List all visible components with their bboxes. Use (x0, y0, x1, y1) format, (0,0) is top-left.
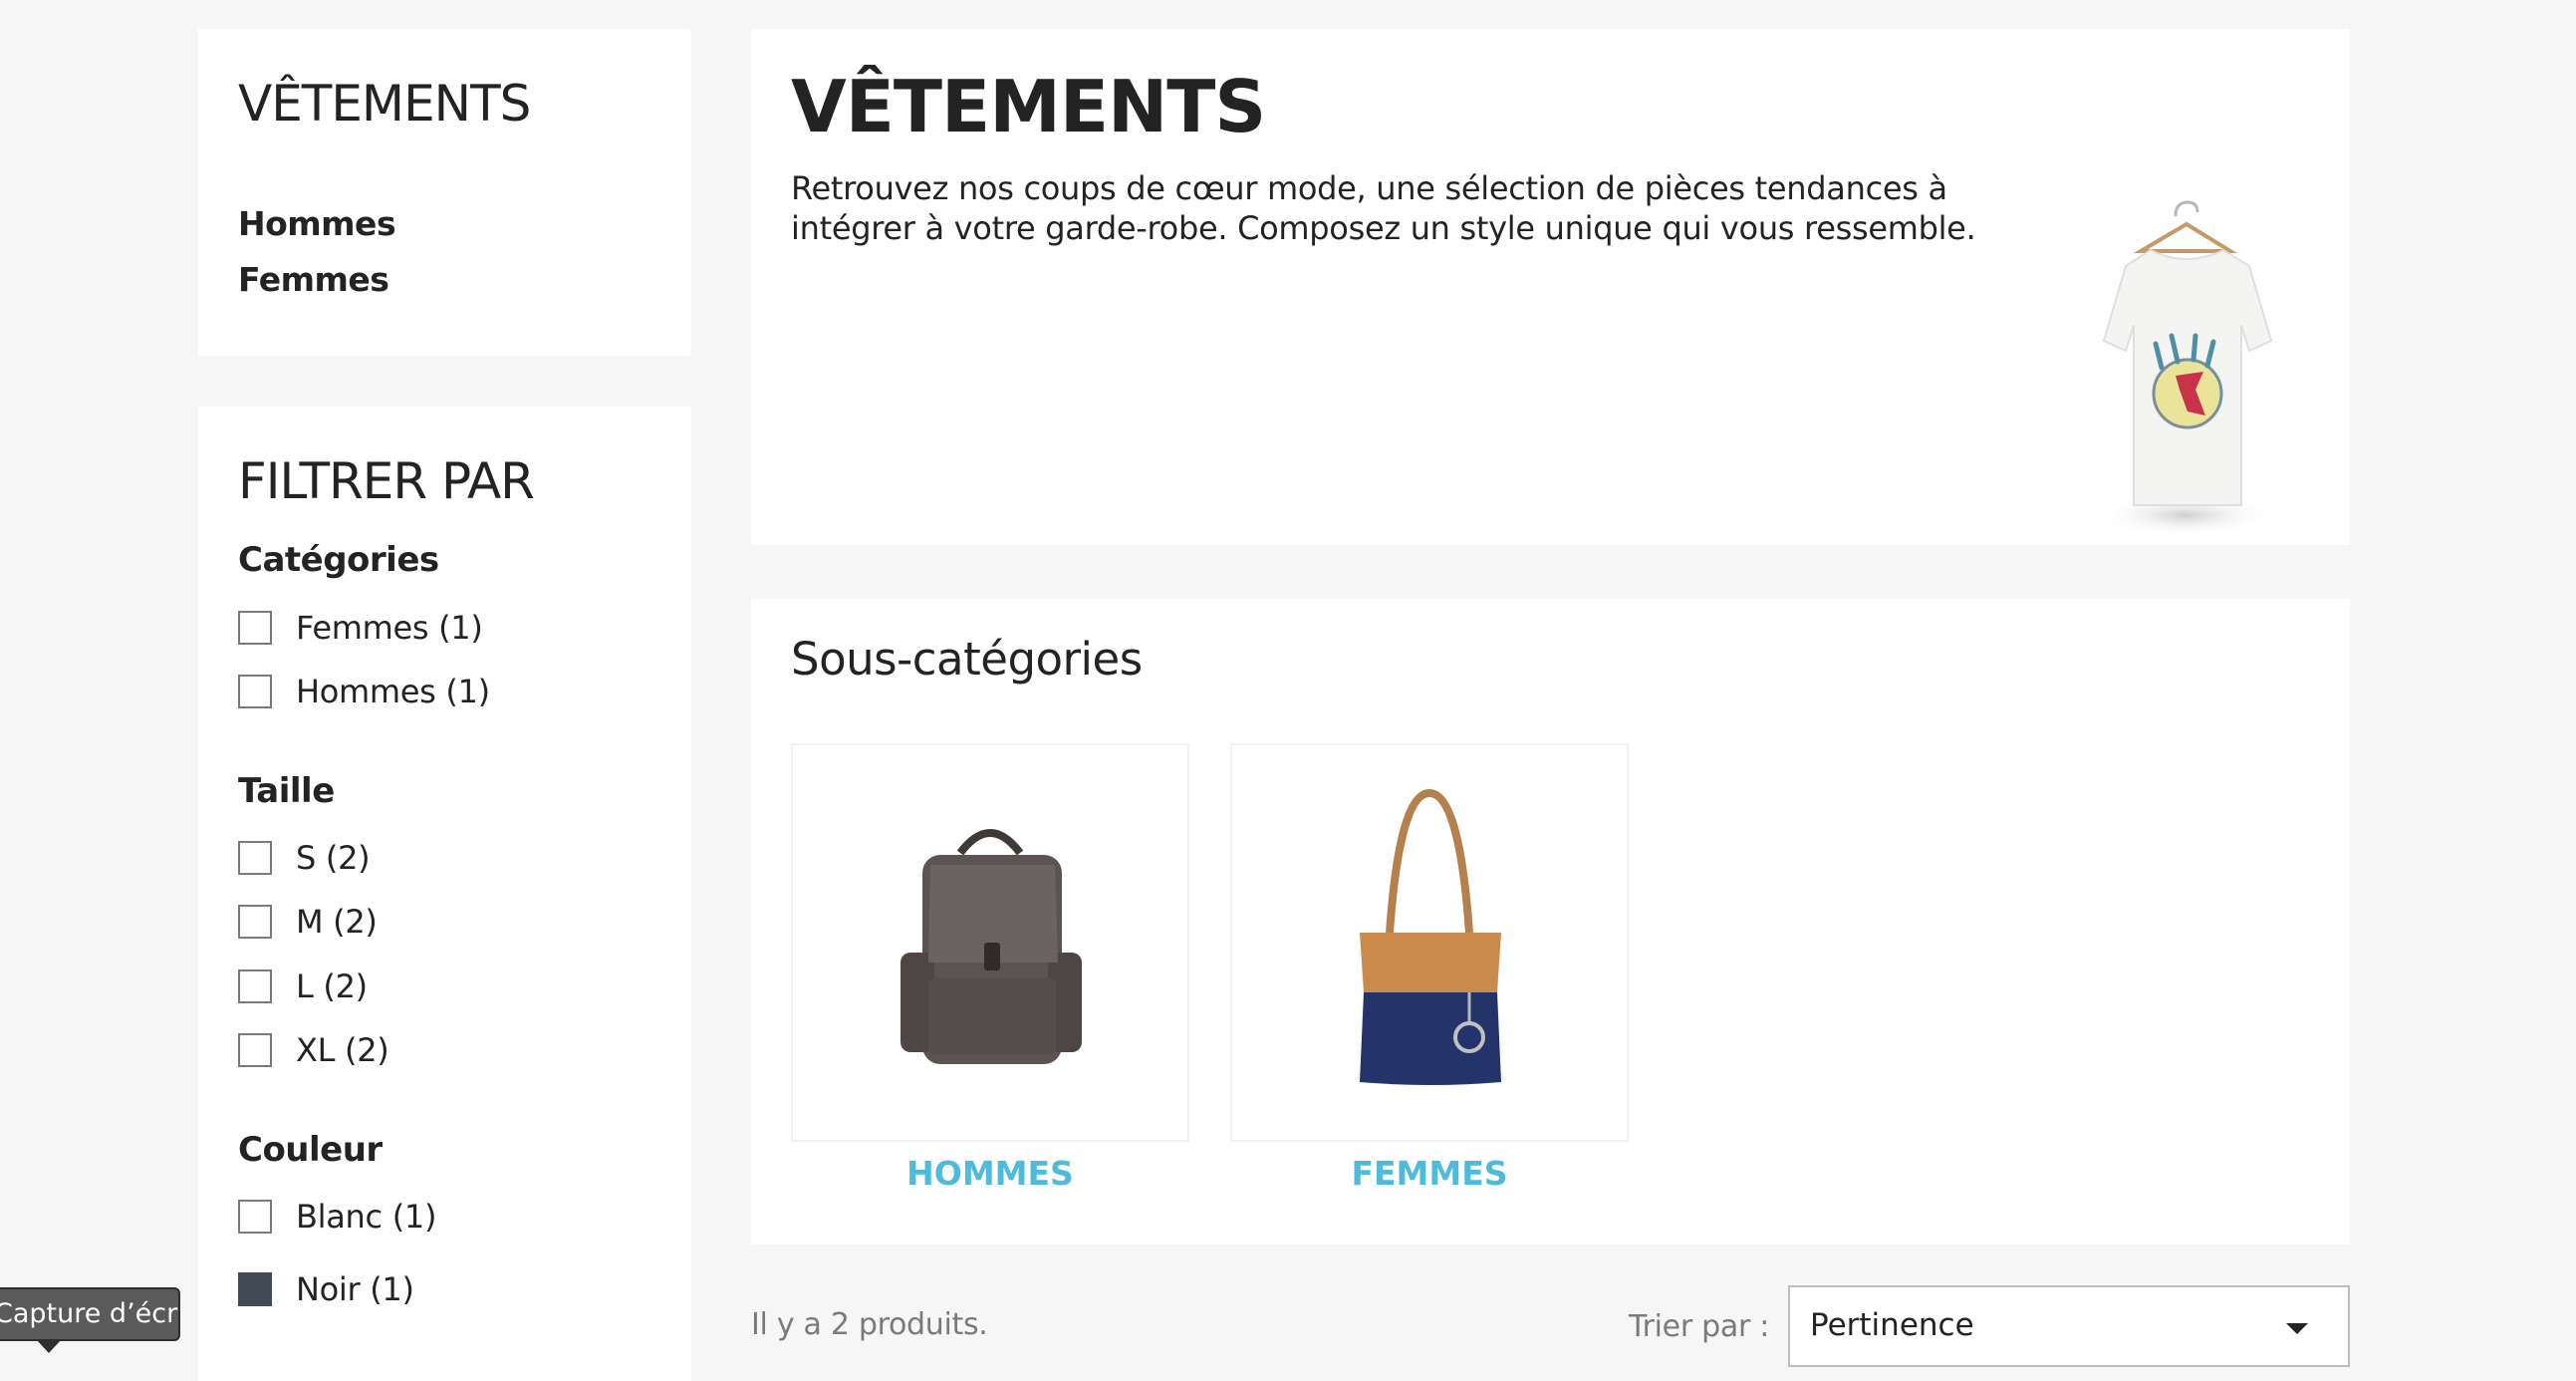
facet-option-blanc[interactable]: Blanc (1) (238, 1197, 436, 1237)
facet-title-taille: Taille (238, 771, 335, 811)
facet-option-label: L (2) (296, 967, 368, 1005)
facet-title-couleur: Couleur (238, 1130, 383, 1170)
subcategory-image-link[interactable] (791, 743, 1189, 1142)
page-title: VÊTEMENTS (791, 65, 1266, 148)
filter-block: FILTRER PAR Catégories Femmes (1) Hommes… (198, 407, 691, 1381)
facet-option-label: Blanc (1) (296, 1198, 437, 1236)
sort-label: Trier par : (1629, 1309, 1770, 1344)
category-header: VÊTEMENTS Retrouvez nos coups de cœur mo… (751, 29, 2350, 545)
subcategories-section: Sous-catégories HOMMES FEMMES (751, 599, 2350, 1244)
subcategory-link-femmes[interactable]: FEMMES (1230, 1154, 1629, 1193)
checkbox[interactable] (238, 675, 272, 708)
facet-option-m[interactable]: M (2) (238, 902, 378, 942)
checkbox[interactable] (238, 969, 272, 1003)
facet-title-categories: Catégories (238, 540, 439, 580)
color-swatch-noir[interactable] (238, 1272, 272, 1306)
facet-option-hommes[interactable]: Hommes (1) (238, 672, 490, 711)
handbag-image (1360, 788, 1501, 1085)
backpack-image (901, 829, 1082, 1064)
category-link-femmes[interactable]: Femmes (238, 260, 389, 299)
facet-option-femmes[interactable]: Femmes (1) (238, 608, 483, 648)
color-swatch-blanc[interactable] (238, 1200, 272, 1234)
sort-dropdown-value: Pertinence (1810, 1307, 1974, 1343)
checkbox[interactable] (238, 611, 272, 645)
facet-option-label: S (2) (296, 839, 371, 877)
sort-dropdown[interactable]: Pertinence (1788, 1285, 2350, 1367)
subcategory-link-hommes[interactable]: HOMMES (791, 1154, 1189, 1193)
facet-option-label: XL (2) (296, 1031, 389, 1069)
subcategory-card-hommes[interactable]: HOMMES (791, 743, 1189, 1193)
filter-title: FILTRER PAR (238, 452, 535, 510)
facet-option-noir[interactable]: Noir (1) (238, 1269, 414, 1309)
category-tree-block: VÊTEMENTS Hommes Femmes (198, 29, 691, 356)
checkbox[interactable] (238, 905, 272, 939)
caret-down-icon (2286, 1323, 2308, 1334)
facet-option-l[interactable]: L (2) (238, 967, 368, 1006)
tooltip-arrow (36, 1339, 62, 1353)
category-link-hommes[interactable]: Hommes (238, 204, 396, 243)
tooltip-text: Capture d’écran (0, 1298, 178, 1329)
category-description: Retrouvez nos coups de cœur mode, une sé… (791, 169, 1976, 247)
screenshot-tooltip: Capture d’écran (0, 1287, 180, 1341)
facet-option-label: M (2) (296, 903, 378, 941)
subcategory-card-femmes[interactable]: FEMMES (1230, 743, 1629, 1193)
category-tree-title: VÊTEMENTS (238, 75, 531, 133)
tshirt-hanger-image (2096, 200, 2275, 537)
facet-option-xl[interactable]: XL (2) (238, 1030, 389, 1070)
facet-option-label: Noir (1) (296, 1270, 414, 1308)
product-count: Il y a 2 produits. (751, 1307, 988, 1342)
subcategories-title: Sous-catégories (791, 633, 1143, 686)
facet-option-s[interactable]: S (2) (238, 838, 371, 878)
subcategory-image-link[interactable] (1230, 743, 1629, 1142)
checkbox[interactable] (238, 1033, 272, 1067)
facet-option-label: Femmes (1) (296, 609, 483, 647)
facet-option-label: Hommes (1) (296, 673, 490, 710)
checkbox[interactable] (238, 841, 272, 875)
